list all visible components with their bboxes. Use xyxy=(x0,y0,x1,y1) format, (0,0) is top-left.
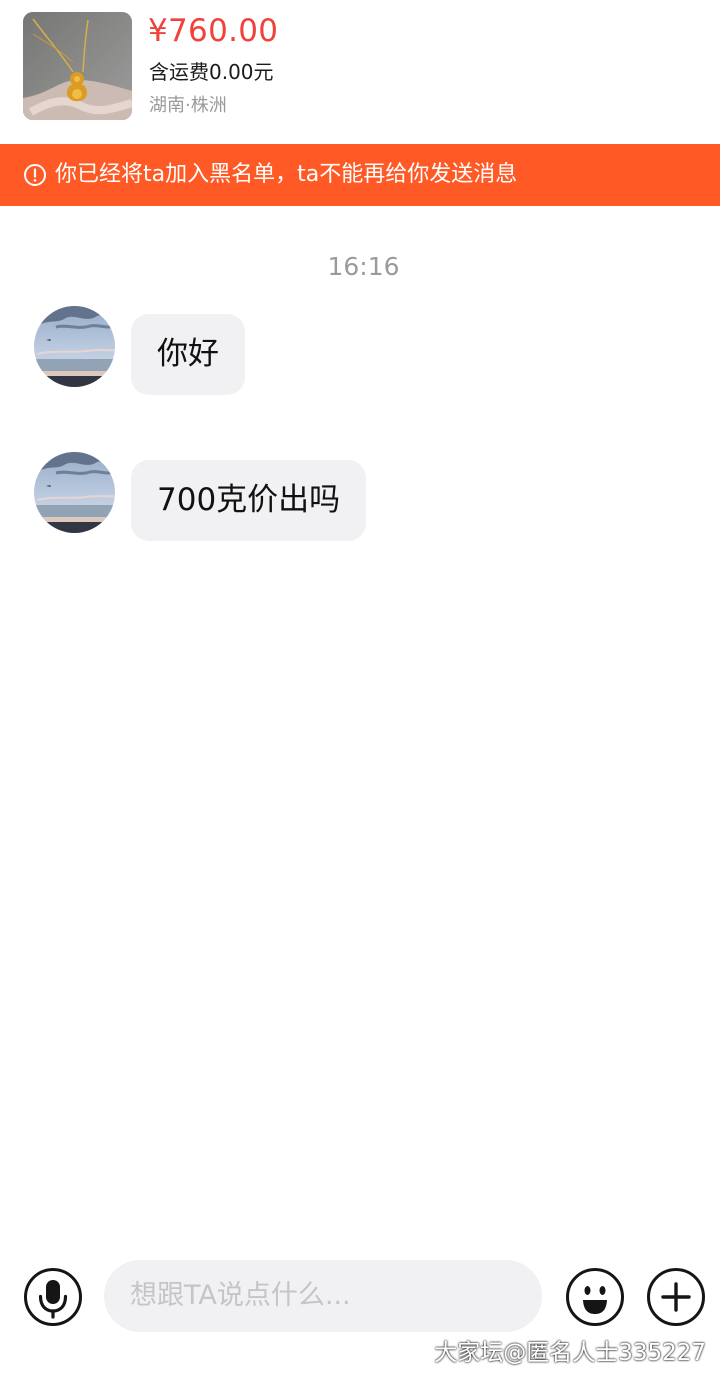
message-bubble[interactable]: 你好 xyxy=(131,314,245,395)
plus-icon xyxy=(661,1282,691,1312)
sender-avatar[interactable] xyxy=(34,306,115,387)
microphone-icon xyxy=(38,1280,68,1319)
chat-timestamp: 16:16 xyxy=(327,252,400,281)
product-location: 湖南·株洲 xyxy=(149,95,227,116)
voice-input-button[interactable] xyxy=(24,1268,82,1326)
message-input-field[interactable]: 想跟TA说点什么... xyxy=(104,1260,542,1332)
watermark-text: 大家坛@匿名人士335227 xyxy=(434,1340,706,1366)
gold-pendant-image xyxy=(23,12,132,120)
landscape-avatar-image xyxy=(34,306,115,387)
landscape-avatar-image xyxy=(34,452,115,533)
blacklist-notice-text: 你已经将ta加入黑名单，ta不能再给你发送消息 xyxy=(55,162,518,187)
chat-screen: ¥760.00 含运费0.00元 湖南·株洲 你已经将ta加入黑名单，ta不能再… xyxy=(0,0,720,1382)
shipping-info: 含运费0.00元 xyxy=(149,60,274,84)
sender-avatar[interactable] xyxy=(34,452,115,533)
product-thumbnail[interactable] xyxy=(23,12,132,120)
message-bubble[interactable]: 700克价出吗 xyxy=(131,460,367,541)
message-input-placeholder: 想跟TA说点什么... xyxy=(130,1280,351,1311)
more-options-button[interactable] xyxy=(647,1268,705,1326)
product-price: ¥760.00 xyxy=(148,13,279,49)
emoji-button[interactable] xyxy=(566,1268,624,1326)
message-input-bar: 想跟TA说点什么... xyxy=(0,1240,720,1352)
emoji-icon xyxy=(583,1286,607,1314)
blacklist-notice-banner: 你已经将ta加入黑名单，ta不能再给你发送消息 xyxy=(0,144,720,206)
exclamation-circle-icon xyxy=(24,164,46,186)
product-card[interactable]: ¥760.00 含运费0.00元 湖南·株洲 xyxy=(0,0,720,144)
